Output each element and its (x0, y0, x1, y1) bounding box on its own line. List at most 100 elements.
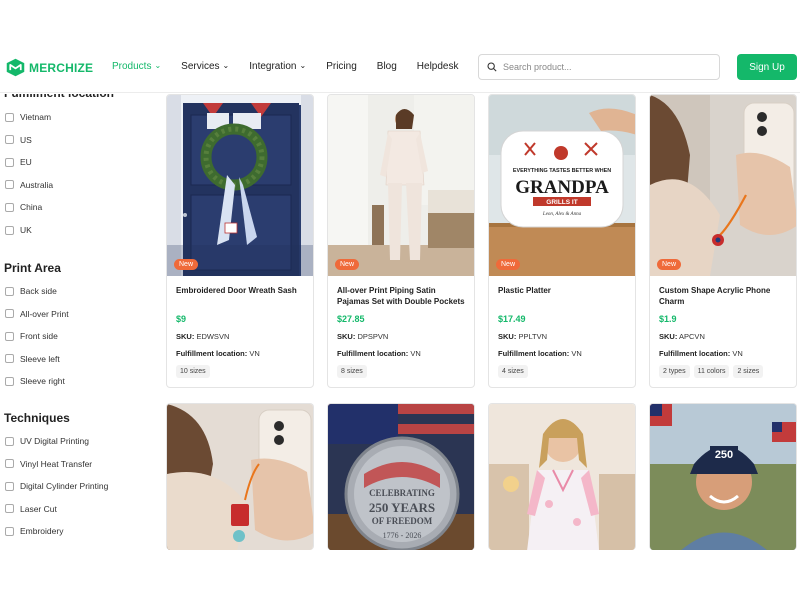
product-card[interactable]: New Embroidered Door Wreath Sash $9 SKU:… (166, 94, 314, 388)
filter-label: Australia (20, 179, 54, 190)
filter-option[interactable]: Australia (5, 180, 53, 190)
nav-item-helpdesk[interactable]: Helpdesk (417, 61, 459, 72)
nav-item-products[interactable]: Products ⌄ (112, 61, 161, 72)
filter-option[interactable]: Digital Cylinder Printing (5, 481, 108, 491)
nav-item-pricing[interactable]: Pricing (326, 61, 357, 72)
checkbox[interactable] (5, 180, 14, 190)
checkbox[interactable] (5, 481, 14, 491)
filter-label: Sleeve right (20, 376, 65, 386)
product-name[interactable]: Embroidered Door Wreath Sash (176, 285, 308, 296)
product-image[interactable] (167, 404, 313, 550)
new-badge: New (657, 259, 682, 270)
filter-option[interactable]: Back side (5, 286, 57, 296)
size-tag: 8 sizes (337, 365, 367, 378)
product-image[interactable]: EVERYTHING TASTES BETTER WHEN GRANDPA GR… (489, 95, 635, 276)
product-card[interactable]: 250 (649, 403, 797, 550)
product-image[interactable] (489, 404, 635, 550)
nav-item-blog[interactable]: Blog (377, 61, 397, 72)
product-sku: SKU: EDWSVN (176, 332, 230, 341)
filter-option[interactable]: UV Digital Printing (5, 436, 89, 446)
coin-text-4: 1776 - 2026 (383, 531, 422, 540)
product-image[interactable]: CELEBRATING 250 YEARS OF FREEDOM 1776 - … (328, 404, 474, 550)
product-image[interactable] (167, 95, 313, 276)
filter-label: China (20, 202, 43, 213)
checkbox[interactable] (5, 286, 14, 296)
checkbox[interactable] (5, 504, 14, 514)
filter-label: Sleeve left (20, 353, 60, 364)
filter-option[interactable]: Embroidery (5, 526, 63, 536)
product-card[interactable]: EVERYTHING TASTES BETTER WHEN GRANDPA GR… (488, 94, 636, 388)
main-nav: Products ⌄ Services ⌄ Integration ⌄ Pricing Blo… (112, 61, 479, 72)
filter-option[interactable]: Sleeve left (5, 354, 60, 364)
checkbox[interactable] (5, 309, 14, 318)
product-card[interactable]: New Custom Shape Acrylic Phone Charm $1.… (649, 94, 797, 388)
checkbox[interactable] (5, 354, 14, 363)
product-image[interactable] (328, 95, 474, 276)
product-image[interactable] (650, 95, 796, 276)
filter-label: Laser Cut (20, 503, 57, 514)
product-image[interactable]: 250 (650, 404, 796, 550)
product-name[interactable]: Plastic Platter (498, 285, 630, 296)
checkbox[interactable] (5, 436, 14, 446)
product-tags: 10 sizes (176, 365, 210, 378)
size-tag: 4 sizes (498, 365, 528, 378)
product-card[interactable]: CELEBRATING 250 YEARS OF FREEDOM 1776 - … (327, 403, 475, 550)
new-badge: New (174, 259, 199, 270)
product-sku: SKU: PPLTVN (498, 332, 548, 341)
filter-option[interactable]: China (5, 202, 42, 212)
platter-text-top: EVERYTHING TASTES BETTER WHEN (513, 168, 611, 174)
filter-label: Embroidery (20, 526, 64, 537)
nav-item-label: Products (112, 61, 152, 72)
search-box[interactable] (478, 54, 720, 80)
checkbox[interactable] (5, 202, 14, 212)
product-tags: 8 sizes (337, 365, 367, 378)
filter-option[interactable]: US (5, 135, 32, 145)
checkbox[interactable] (5, 526, 14, 536)
product-card[interactable]: New All-over Print Piping Satin Pajamas … (327, 94, 475, 388)
checkbox[interactable] (5, 376, 14, 386)
signup-button[interactable]: Sign Up (737, 54, 797, 80)
checkbox[interactable] (5, 331, 14, 341)
nav-item-label: Services (181, 61, 220, 72)
checkbox[interactable] (5, 112, 14, 122)
filter-label: Back side (20, 286, 57, 296)
logo-text: MERCHIZE (29, 60, 94, 75)
logo[interactable]: MERCHIZE (5, 57, 93, 78)
product-tags: 4 sizes (498, 365, 528, 378)
product-sku: SKU: APCVN (659, 332, 705, 341)
site-header: MERCHIZE Products ⌄ Services ⌄ Integration ⌄ P… (0, 0, 800, 94)
search-input[interactable] (503, 62, 703, 72)
chevron-down-icon: ⌄ (222, 61, 230, 70)
nav-item-label: Integration (249, 61, 297, 72)
filter-option[interactable]: UK (5, 225, 32, 235)
chevron-down-icon: ⌄ (154, 61, 162, 70)
product-tags: 2 types 11 colors 2 sizes (659, 365, 764, 378)
filter-label: Vietnam (20, 112, 52, 122)
filter-option[interactable]: Laser Cut (5, 504, 57, 514)
filter-option[interactable]: EU (5, 157, 32, 167)
nav-item-integration[interactable]: Integration ⌄ (249, 61, 306, 72)
checkbox[interactable] (5, 225, 14, 235)
filter-option[interactable]: Front side (5, 331, 58, 341)
merchize-logo-icon (6, 58, 25, 77)
filter-option[interactable]: Vinyl Heat Transfer (5, 459, 92, 469)
checkbox[interactable] (5, 459, 14, 469)
product-price: $1.9 (659, 314, 677, 324)
filter-option[interactable]: Sleeve right (5, 376, 65, 386)
print-area-title: Print Area (4, 261, 61, 275)
product-card[interactable] (166, 403, 314, 550)
product-card[interactable] (488, 403, 636, 550)
coin-text-2: 250 YEARS (369, 500, 435, 515)
filter-option[interactable]: Vietnam (5, 112, 51, 122)
product-name[interactable]: All-over Print Piping Satin Pajamas Set … (337, 285, 469, 307)
checkbox[interactable] (5, 135, 14, 145)
techniques-title: Techniques (4, 411, 70, 425)
size-tag: 2 sizes (733, 365, 764, 378)
checkbox[interactable] (5, 157, 14, 167)
product-name[interactable]: Custom Shape Acrylic Phone Charm (659, 285, 791, 307)
nav-item-services[interactable]: Services ⌄ (181, 61, 229, 72)
color-tag: 11 colors (693, 365, 730, 378)
size-tag: 10 sizes (176, 365, 210, 378)
filter-option[interactable]: All-over Print (5, 309, 69, 319)
filter-label: EU (20, 157, 32, 168)
